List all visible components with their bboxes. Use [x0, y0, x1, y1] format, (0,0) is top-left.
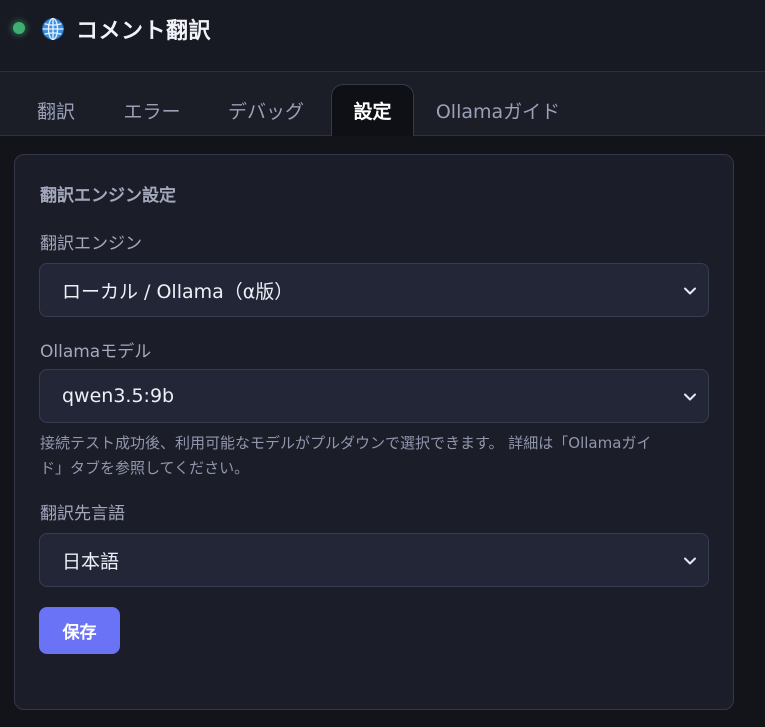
- tab-translate[interactable]: 翻訳: [20, 84, 92, 136]
- status-dot: [13, 22, 25, 34]
- model-help-line-1: 接続テスト成功後、利用可能なモデルがプルダウンで選択できます。 詳細は「Olla…: [40, 434, 652, 452]
- model-help-line-2: ド」タブを参照してください。: [40, 459, 250, 477]
- tab-settings[interactable]: 設定: [331, 84, 414, 136]
- language-label: 翻訳先言語: [40, 504, 125, 524]
- model-label: Ollamaモデル: [40, 342, 152, 362]
- settings-card: 翻訳エンジン設定 翻訳エンジン ローカル / Ollama（α版） Ollama…: [14, 154, 734, 710]
- save-button[interactable]: 保存: [39, 607, 120, 654]
- globe-icon: [42, 17, 64, 41]
- chevron-down-icon: [684, 393, 696, 401]
- chevron-down-icon: [684, 287, 696, 295]
- language-select[interactable]: 日本語: [39, 533, 709, 587]
- section-title: 翻訳エンジン設定: [40, 186, 176, 206]
- engine-label: 翻訳エンジン: [40, 234, 142, 254]
- engine-select[interactable]: ローカル / Ollama（α版）: [39, 263, 709, 317]
- model-select[interactable]: qwen3.5:9b: [39, 369, 709, 423]
- engine-select-value: ローカル / Ollama（α版）: [62, 280, 294, 303]
- language-select-value: 日本語: [62, 550, 120, 573]
- model-select-value: qwen3.5:9b: [62, 385, 175, 407]
- model-help-text: 接続テスト成功後、利用可能なモデルがプルダウンで選択できます。 詳細は「Olla…: [40, 431, 712, 481]
- app-header: コメント翻訳: [0, 0, 765, 72]
- tab-bar: 翻訳 エラー デバッグ 設定 Ollamaガイド: [0, 72, 765, 136]
- tab-ollama-guide[interactable]: Ollamaガイド: [424, 84, 572, 136]
- tab-debug[interactable]: デバッグ: [212, 84, 320, 136]
- chevron-down-icon: [684, 557, 696, 565]
- app-title: コメント翻訳: [76, 19, 212, 44]
- tab-errors[interactable]: エラー: [104, 84, 200, 136]
